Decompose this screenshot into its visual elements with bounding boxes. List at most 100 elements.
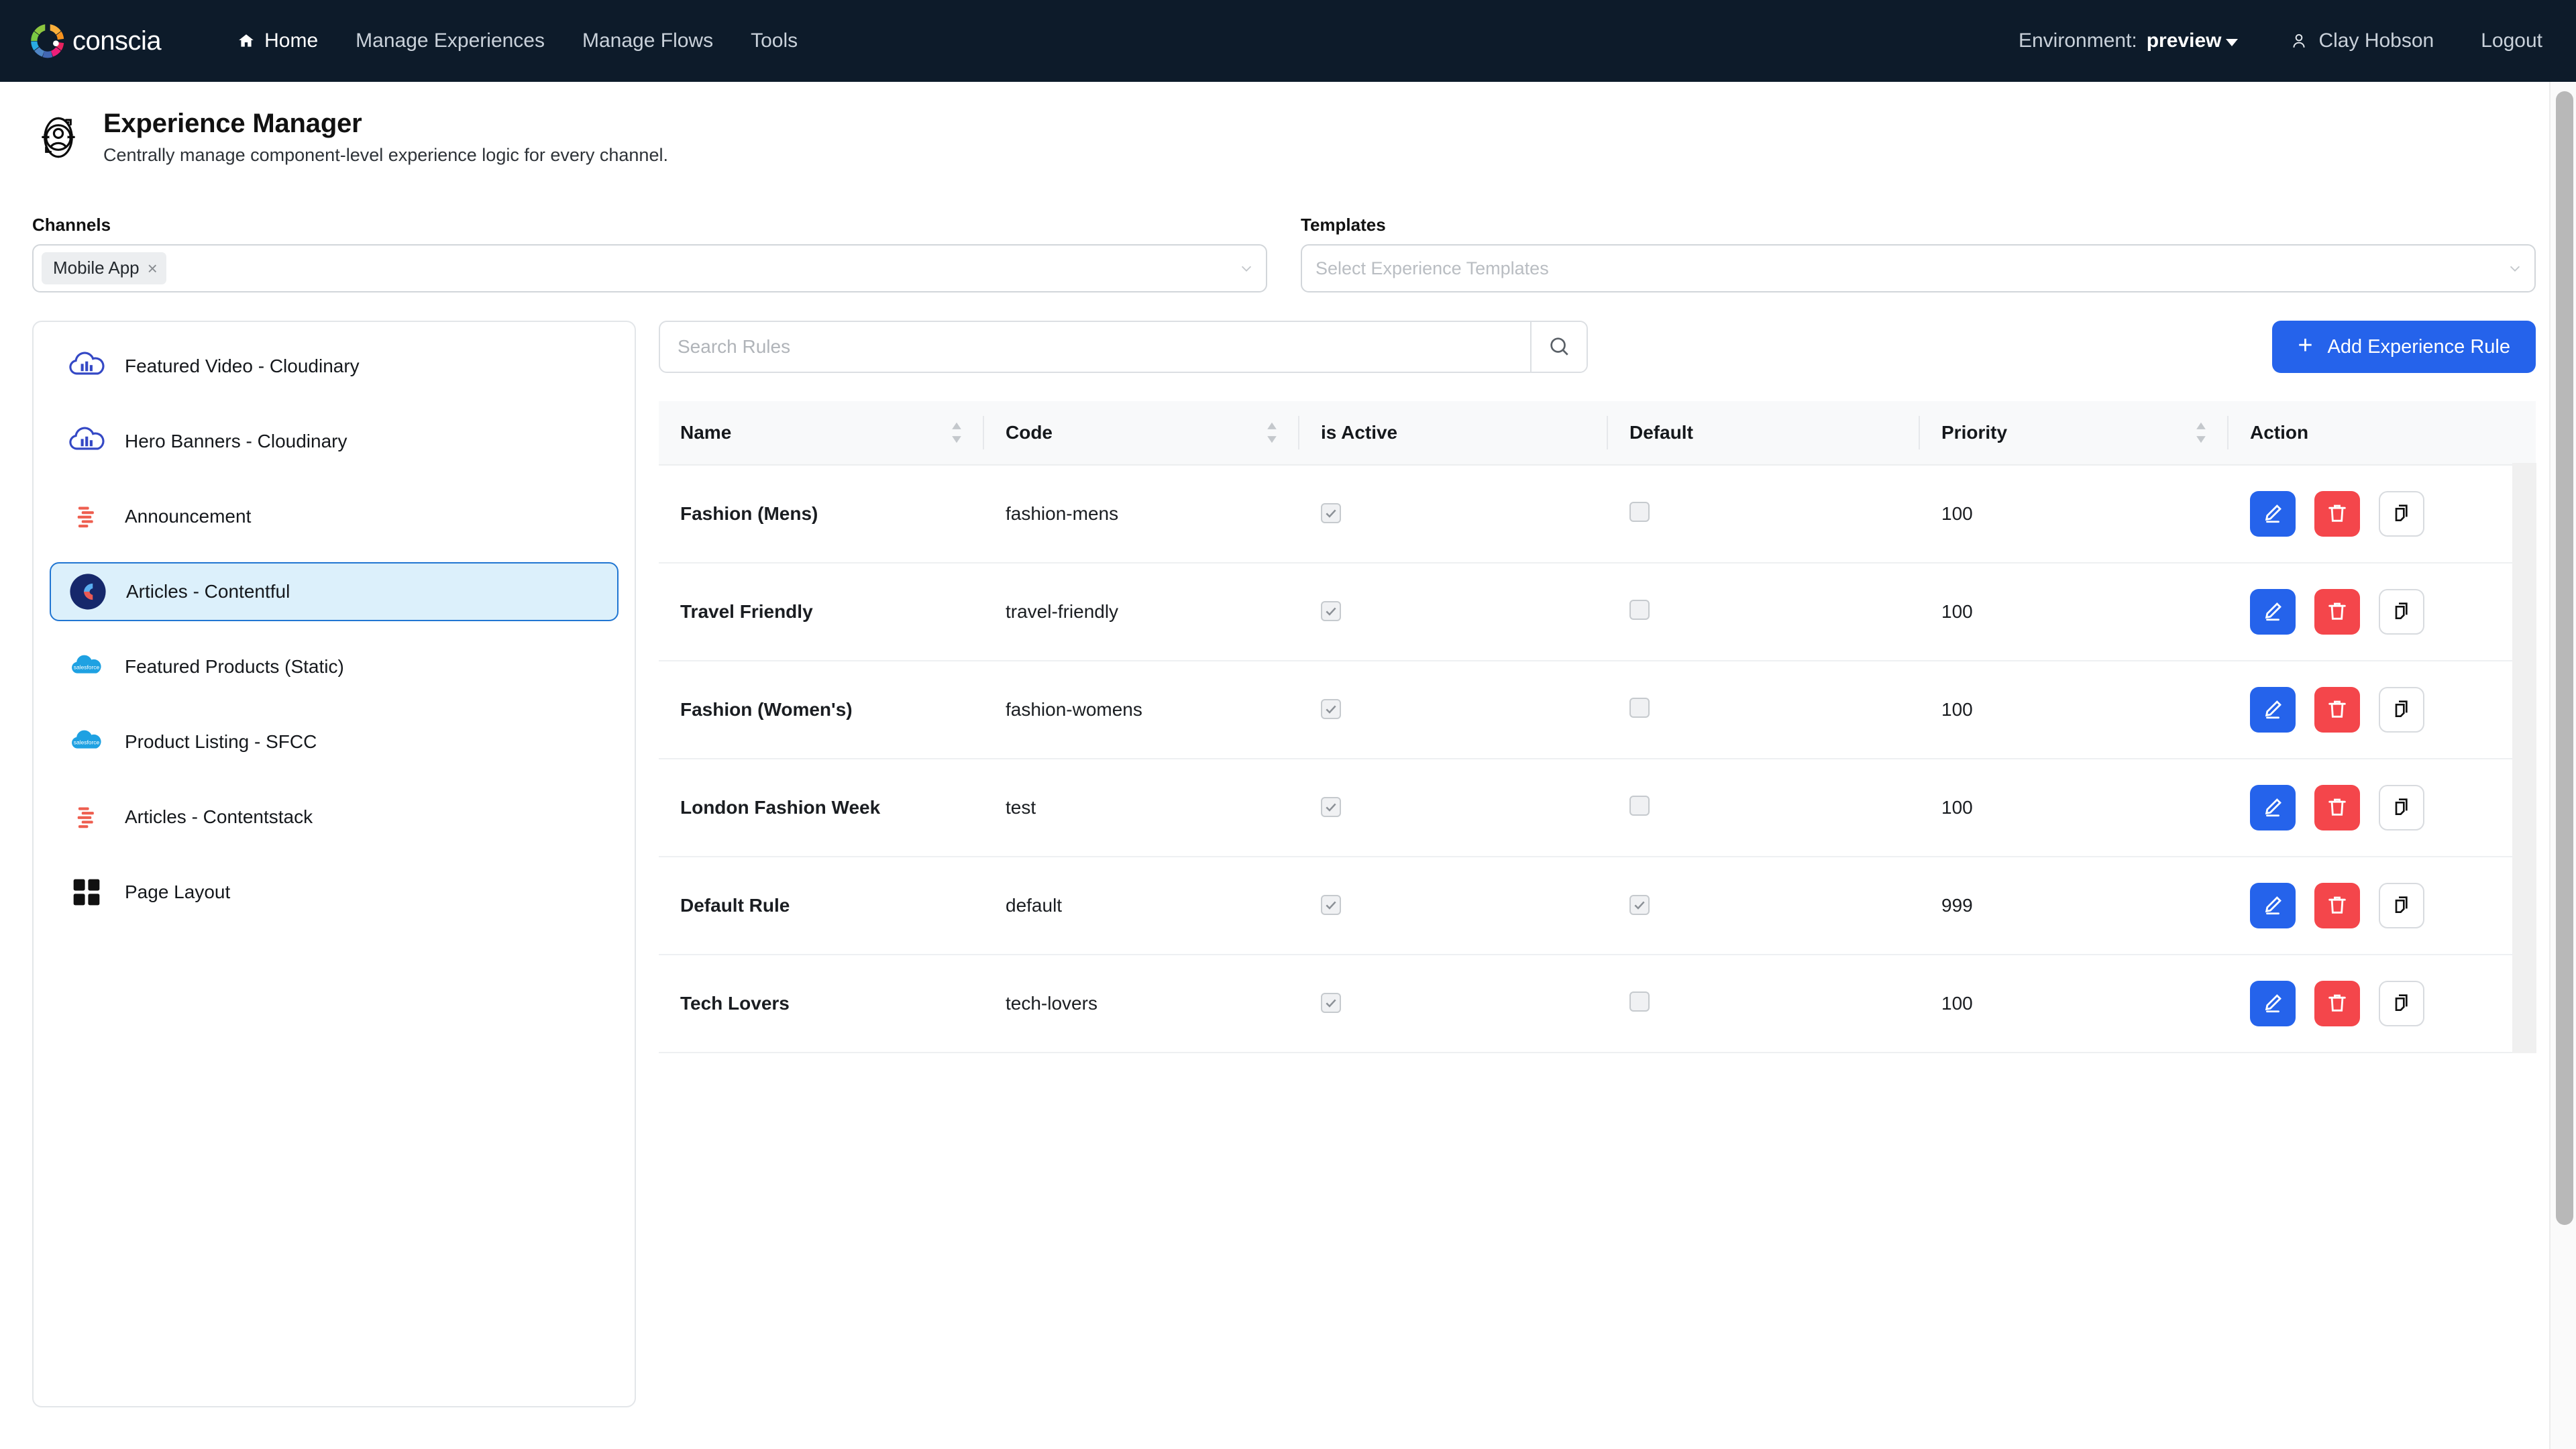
table-row[interactable]: London Fashion Week test 100: [659, 759, 2536, 857]
cell-name: Fashion (Women's): [659, 661, 984, 759]
user-menu[interactable]: Clay Hobson: [2246, 30, 2454, 52]
user-avatar-icon: [2290, 31, 2308, 51]
cell-code: travel-friendly: [984, 563, 1299, 661]
row-actions: [2250, 491, 2536, 537]
is-active-checkbox[interactable]: [1321, 993, 1341, 1013]
delete-rule-button[interactable]: [2314, 589, 2360, 635]
table-row[interactable]: Fashion (Women's) fashion-womens 100: [659, 661, 2536, 759]
sidebar-item-page-layout[interactable]: Page Layout: [50, 863, 619, 922]
duplicate-rule-button[interactable]: [2379, 687, 2424, 733]
nav-link-manage-experiences[interactable]: Manage Experiences: [337, 23, 564, 59]
trash-icon: [2326, 894, 2349, 918]
chevron-down-icon: [2508, 261, 2522, 276]
duplicate-rule-button[interactable]: [2379, 981, 2424, 1026]
cell-action: [2229, 955, 2536, 1053]
sidebar-item-product-listing-sfcc[interactable]: salesforce Product Listing - SFCC: [50, 712, 619, 771]
environment-label: Environment:: [2018, 30, 2137, 52]
component-list-sidebar: Featured Video - Cloudinary Hero Banners…: [32, 321, 636, 1407]
nav-link-home[interactable]: Home: [219, 23, 337, 59]
sidebar-item-featured-video-cloudinary[interactable]: Featured Video - Cloudinary: [50, 337, 619, 396]
default-checkbox[interactable]: [1629, 895, 1650, 915]
duplicate-rule-button[interactable]: [2379, 491, 2424, 537]
edit-rule-button[interactable]: [2250, 883, 2296, 928]
search-button[interactable]: [1530, 322, 1587, 372]
trash-icon: [2326, 991, 2349, 1016]
cell-name: Fashion (Mens): [659, 465, 984, 564]
sidebar-item-articles-contentstack[interactable]: Articles - Contentstack: [50, 788, 619, 847]
cell-priority: 100: [1920, 465, 2229, 564]
edit-rule-button[interactable]: [2250, 687, 2296, 733]
duplicate-rule-button[interactable]: [2379, 785, 2424, 830]
default-checkbox[interactable]: [1629, 599, 1650, 620]
default-checkbox[interactable]: [1629, 991, 1650, 1012]
table-scrollbar-track[interactable]: [2512, 463, 2536, 1053]
nav-link-manage-flows[interactable]: Manage Flows: [564, 23, 732, 59]
search-rules-group: [659, 321, 1588, 373]
channel-chip-mobile-app[interactable]: Mobile App ×: [42, 252, 166, 284]
table-row[interactable]: Travel Friendly travel-friendly 100: [659, 563, 2536, 661]
trash-icon: [2326, 600, 2349, 625]
row-actions: [2250, 883, 2536, 928]
pencil-icon: [2261, 991, 2284, 1016]
environment-value-dropdown[interactable]: preview: [2147, 30, 2239, 52]
is-active-checkbox[interactable]: [1321, 601, 1341, 621]
delete-rule-button[interactable]: [2314, 491, 2360, 537]
templates-label: Templates: [1301, 215, 1386, 235]
sidebar-item-hero-banners-cloudinary[interactable]: Hero Banners - Cloudinary: [50, 412, 619, 471]
default-checkbox[interactable]: [1629, 795, 1650, 816]
default-checkbox[interactable]: [1629, 697, 1650, 718]
table-row[interactable]: Fashion (Mens) fashion-mens 100: [659, 465, 2536, 564]
column-header-priority[interactable]: Priority: [1920, 401, 2229, 466]
sort-arrows-icon: [1265, 421, 1279, 444]
cell-is-active: [1299, 661, 1608, 759]
delete-rule-button[interactable]: [2314, 785, 2360, 830]
cell-code: test: [984, 759, 1299, 857]
is-active-checkbox[interactable]: [1321, 895, 1341, 915]
close-icon[interactable]: ×: [148, 260, 158, 277]
edit-rule-button[interactable]: [2250, 981, 2296, 1026]
environment-selector[interactable]: Environment: preview: [2010, 30, 2246, 52]
delete-rule-button[interactable]: [2314, 687, 2360, 733]
is-active-checkbox[interactable]: [1321, 699, 1341, 719]
is-active-checkbox[interactable]: [1321, 797, 1341, 817]
cell-name: London Fashion Week: [659, 759, 984, 857]
is-active-checkbox[interactable]: [1321, 503, 1341, 523]
channel-chip-label: Mobile App: [53, 258, 140, 278]
sidebar-item-announcement[interactable]: Announcement: [50, 487, 619, 546]
edit-rule-button[interactable]: [2250, 785, 2296, 830]
row-actions: [2250, 687, 2536, 733]
sidebar-item-featured-products-static[interactable]: salesforce Featured Products (Static): [50, 637, 619, 696]
page-scrollbar-track[interactable]: [2549, 82, 2576, 1449]
copy-icon: [2391, 698, 2412, 722]
table-scrollbar-thumb[interactable]: [2512, 463, 2536, 1053]
table-row[interactable]: Default Rule default 999: [659, 857, 2536, 955]
brand-logo-link[interactable]: conscia: [27, 20, 162, 62]
delete-rule-button[interactable]: [2314, 981, 2360, 1026]
cell-priority: 100: [1920, 955, 2229, 1053]
delete-rule-button[interactable]: [2314, 883, 2360, 928]
templates-filter: Templates Select Experience Templates: [1301, 215, 2536, 292]
table-row[interactable]: Tech Lovers tech-lovers 100: [659, 955, 2536, 1053]
edit-rule-button[interactable]: [2250, 491, 2296, 537]
table-header-row: Name Code is Active Default Priority Act…: [659, 401, 2536, 466]
add-experience-rule-button[interactable]: + Add Experience Rule: [2272, 321, 2536, 373]
cell-action: [2229, 759, 2536, 857]
experience-manager-icon: [32, 111, 85, 164]
home-icon: [237, 32, 255, 50]
page-scrollbar-thumb[interactable]: [2556, 91, 2573, 1225]
channels-select[interactable]: Mobile App ×: [32, 244, 1267, 292]
logout-button[interactable]: Logout: [2454, 30, 2546, 52]
search-input[interactable]: [660, 322, 1530, 372]
search-icon: [1548, 335, 1570, 360]
column-header-name[interactable]: Name: [659, 401, 984, 466]
duplicate-rule-button[interactable]: [2379, 883, 2424, 928]
plus-icon: +: [2298, 331, 2313, 360]
default-checkbox[interactable]: [1629, 501, 1650, 522]
cell-is-active: [1299, 465, 1608, 564]
duplicate-rule-button[interactable]: [2379, 589, 2424, 635]
sidebar-item-articles-contentful[interactable]: Articles - Contentful: [50, 562, 619, 621]
templates-select[interactable]: Select Experience Templates: [1301, 244, 2536, 292]
edit-rule-button[interactable]: [2250, 589, 2296, 635]
column-header-code[interactable]: Code: [984, 401, 1299, 466]
nav-link-tools[interactable]: Tools: [732, 23, 816, 59]
